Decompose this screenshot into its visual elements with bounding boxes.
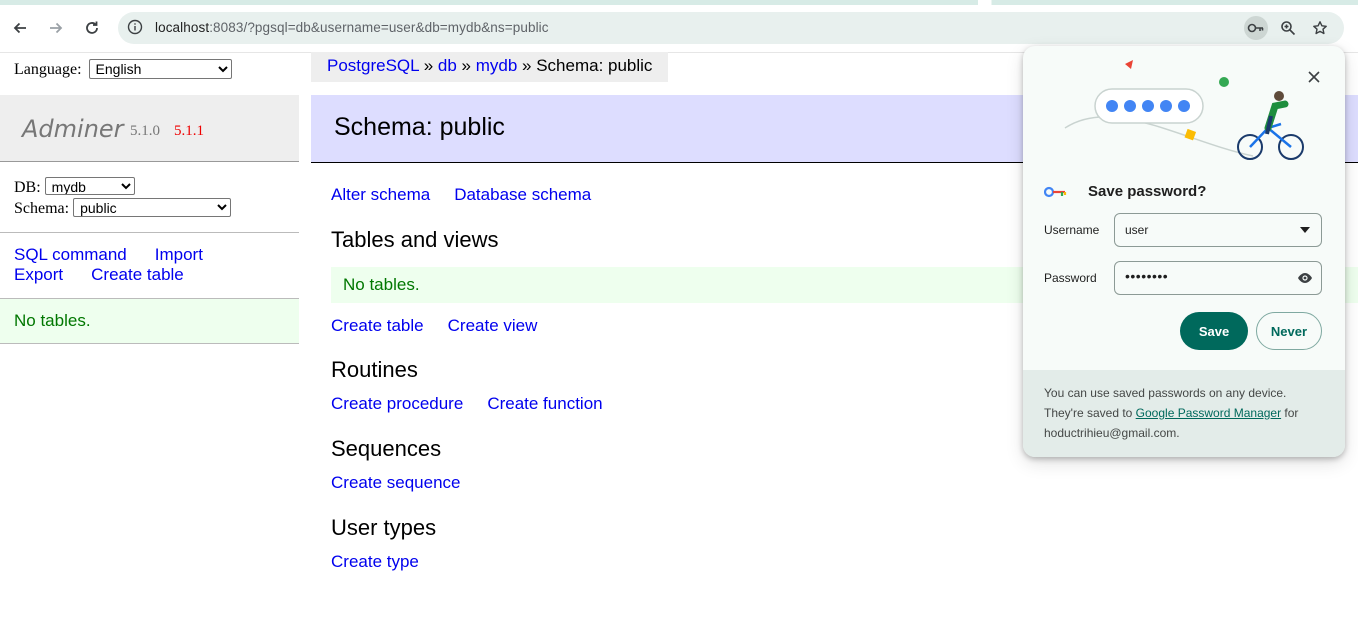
schema-label: Schema: (14, 200, 70, 217)
db-selector: DB: mydb Schema: public (14, 177, 232, 219)
breadcrumb-current: Schema: public (536, 56, 653, 75)
brand-header: Adminer 5.1.0 5.1.1 (0, 95, 299, 162)
export-link[interactable]: Export (14, 265, 63, 284)
user-types-links: Create type (331, 552, 443, 572)
sequences-heading: Sequences (331, 436, 442, 461)
breadcrumb-database[interactable]: mydb (476, 56, 518, 75)
alter-schema-link[interactable]: Alter schema (331, 185, 430, 204)
user-types-heading: User types (331, 515, 437, 540)
site-info-icon[interactable] (126, 18, 144, 36)
schema-select[interactable]: public (73, 198, 232, 217)
sidebar-no-tables-message: No tables. (0, 299, 299, 344)
tables-links: Create table Create view (331, 316, 561, 336)
sql-command-link[interactable]: SQL command (14, 245, 127, 264)
password-key-icon[interactable] (1244, 16, 1268, 40)
sidebar-links: SQL command Import Export Create table (14, 245, 203, 285)
url-text[interactable]: localhost:8083/?pgsql=db&username=user&d… (155, 20, 549, 35)
new-version-link[interactable]: 5.1.1 (174, 123, 204, 140)
sidebar-create-table-link[interactable]: Create table (91, 265, 184, 284)
version-label: 5.1.0 (130, 123, 160, 139)
username-field[interactable]: user (1114, 213, 1322, 247)
sidebar-divider (0, 232, 299, 233)
save-password-bubble: Save password? Username user Password ••… (1023, 46, 1345, 457)
url-path: :8083/?pgsql=db&username=user&db=mydb&ns… (209, 20, 549, 35)
password-manager-key-icon (1043, 185, 1068, 203)
zoom-icon[interactable] (1276, 16, 1300, 40)
close-icon[interactable] (1303, 66, 1325, 88)
brand-name[interactable]: Adminer (22, 115, 124, 143)
schema-links: Alter schema Database schema (331, 185, 615, 205)
create-sequence-link[interactable]: Create sequence (331, 473, 460, 492)
dropdown-arrow-icon[interactable] (1297, 222, 1313, 238)
import-link[interactable]: Import (155, 245, 203, 264)
tables-heading: Tables and views (331, 227, 499, 252)
database-schema-link[interactable]: Database schema (454, 185, 591, 204)
never-button[interactable]: Never (1256, 312, 1322, 350)
bubble-title: Save password? (1088, 183, 1207, 200)
db-select[interactable]: mydb (44, 177, 135, 195)
tab-strip-edge (0, 0, 1358, 5)
address-bar[interactable]: localhost:8083/?pgsql=db&username=user&d… (118, 12, 1344, 44)
eye-icon[interactable] (1297, 270, 1313, 286)
routines-links: Create procedure Create function (331, 394, 627, 414)
breadcrumb-separator: » (418, 56, 438, 75)
routines-heading: Routines (331, 357, 418, 382)
create-view-link[interactable]: Create view (448, 316, 538, 335)
breadcrumb-server[interactable]: db (438, 56, 457, 75)
bookmark-star-icon[interactable] (1308, 16, 1332, 40)
create-table-link[interactable]: Create table (331, 316, 424, 335)
password-illustration (1064, 60, 1304, 160)
forward-arrow-icon[interactable] (42, 14, 70, 42)
google-password-manager-link[interactable]: Google Password Manager (1136, 406, 1281, 420)
save-button[interactable]: Save (1180, 312, 1248, 350)
url-host: localhost (155, 20, 210, 35)
password-label: Password (1044, 271, 1097, 285)
password-value: •••••••• (1125, 268, 1169, 284)
create-function-link[interactable]: Create function (487, 394, 602, 413)
username-value: user (1125, 223, 1149, 237)
language-label: Language: (14, 61, 82, 78)
username-label: Username (1044, 223, 1100, 237)
sequences-links: Create sequence (331, 473, 484, 493)
breadcrumb-driver[interactable]: PostgreSQL (327, 56, 419, 75)
breadcrumb: PostgreSQL » db » mydb » Schema: public (311, 52, 669, 82)
create-procedure-link[interactable]: Create procedure (331, 394, 463, 413)
create-type-link[interactable]: Create type (331, 552, 419, 571)
password-field[interactable]: •••••••• (1114, 261, 1322, 295)
language-row: Language: English (14, 59, 232, 79)
language-select[interactable]: English (88, 59, 232, 79)
page-title: Schema: public (334, 113, 505, 141)
bubble-footer: You can use saved passwords on any devic… (1023, 370, 1345, 457)
breadcrumb-separator: » (456, 56, 476, 75)
reload-icon[interactable] (78, 14, 106, 42)
breadcrumb-separator: » (517, 56, 537, 75)
db-label: DB: (14, 179, 41, 196)
footer-text: You can use saved passwords on any devic… (1044, 383, 1329, 443)
back-arrow-icon[interactable] (6, 14, 34, 42)
